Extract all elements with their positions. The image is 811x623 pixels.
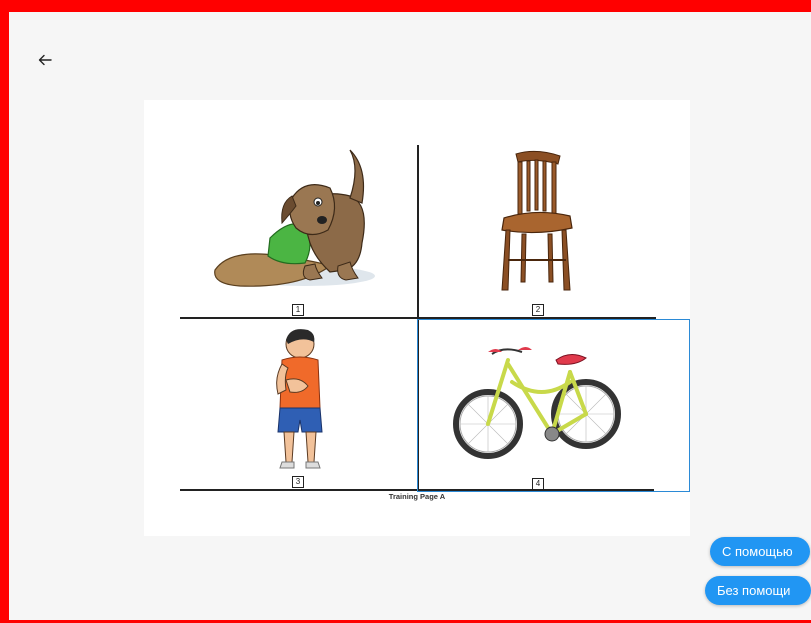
picture-cell-1[interactable]: 1 [180, 140, 416, 316]
picture-cell-3[interactable]: 3 [180, 320, 416, 488]
picture-number-2: 2 [532, 304, 544, 316]
arrow-left-icon [38, 54, 52, 66]
dog-picture [214, 149, 375, 287]
chair-picture [501, 150, 573, 291]
boy-picture [276, 329, 323, 469]
picture-cell-2[interactable]: 2 [418, 140, 654, 316]
without-help-button[interactable]: Без помощи [705, 576, 811, 605]
selected-cell-highlight [417, 319, 690, 492]
training-page-caption: Training Page A [388, 492, 446, 501]
picture-number-1: 1 [292, 304, 304, 316]
training-sheet: 1 2 3 4 Training Page A [144, 100, 690, 536]
picture-number-3: 3 [292, 476, 304, 488]
with-help-button[interactable]: С помощью [710, 537, 810, 566]
back-button[interactable] [33, 49, 57, 71]
